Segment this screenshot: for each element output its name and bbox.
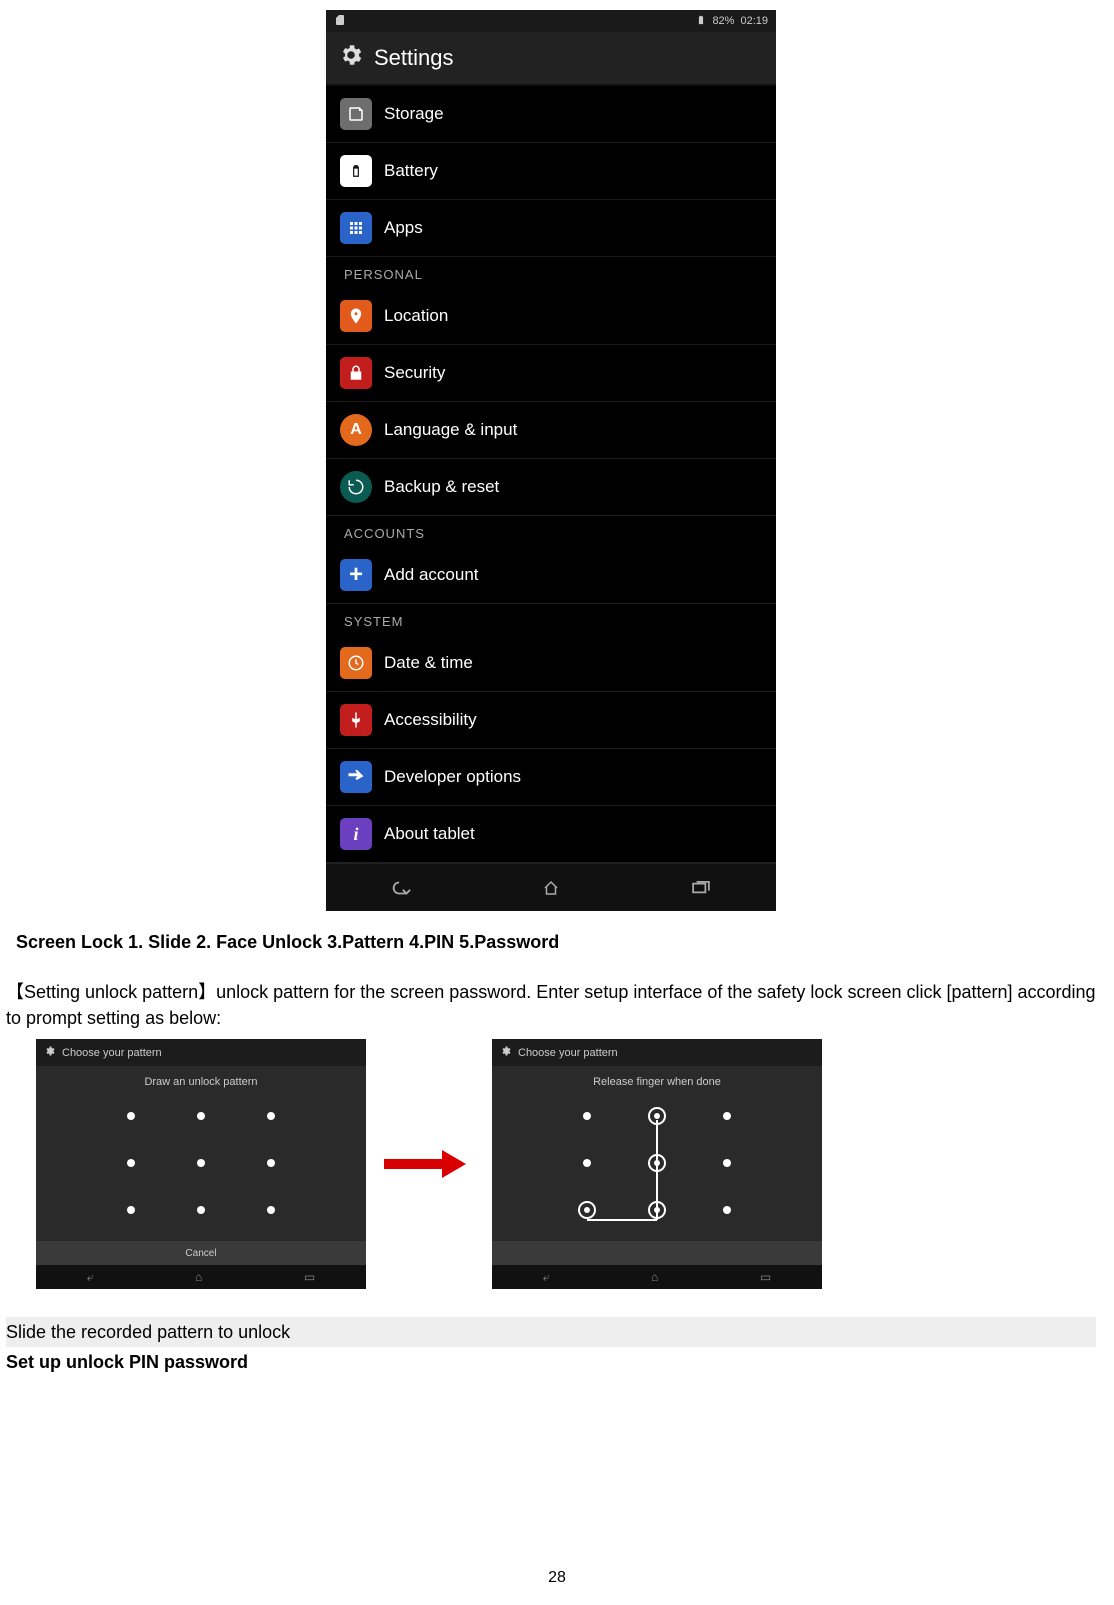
apps-icon: [340, 212, 372, 244]
settings-item-label: About tablet: [384, 824, 475, 844]
settings-item-developer[interactable]: Developer options: [326, 749, 776, 806]
battery-icon: [340, 155, 372, 187]
slide-instruction: Slide the recorded pattern to unlock: [6, 1317, 1096, 1347]
settings-item-label: Battery: [384, 161, 438, 181]
pattern-title: Choose your pattern: [518, 1047, 618, 1059]
sd-card-icon: [334, 14, 346, 29]
section-header-system: SYSTEM: [326, 604, 776, 635]
settings-item-label: Add account: [384, 565, 479, 585]
add-icon: +: [340, 559, 372, 591]
page-number: 28: [0, 1569, 1114, 1587]
settings-item-label: Security: [384, 363, 445, 383]
settings-item-label: Developer options: [384, 767, 521, 787]
gear-icon: [500, 1045, 512, 1060]
pattern-paragraph: 【Setting unlock pattern】unlock pattern f…: [6, 979, 1096, 1031]
pattern-hint: Release finger when done: [492, 1066, 822, 1092]
battery-percent: 82%: [712, 15, 734, 27]
pattern-screen-release: Choose your pattern Release finger when …: [492, 1039, 822, 1289]
settings-item-datetime[interactable]: Date & time: [326, 635, 776, 692]
settings-item-backup[interactable]: Backup & reset: [326, 459, 776, 516]
settings-item-label: Language & input: [384, 420, 517, 440]
pattern-screen-draw: Choose your pattern Draw an unlock patte…: [36, 1039, 366, 1289]
settings-item-label: Storage: [384, 104, 444, 124]
back-icon[interactable]: ⤶: [543, 1270, 550, 1285]
pattern-grid[interactable]: [36, 1092, 366, 1241]
recent-icon[interactable]: ▭: [304, 1270, 315, 1284]
section-header-accounts: ACCOUNTS: [326, 516, 776, 547]
settings-item-location[interactable]: Location: [326, 288, 776, 345]
settings-title-bar: Settings: [326, 32, 776, 86]
gear-icon: [338, 42, 364, 74]
setup-pin-heading: Set up unlock PIN password: [6, 1349, 1096, 1375]
recent-icon[interactable]: ▭: [760, 1270, 771, 1284]
settings-item-label: Apps: [384, 218, 423, 238]
settings-item-accessibility[interactable]: Accessibility: [326, 692, 776, 749]
lock-icon: [340, 357, 372, 389]
pattern-title: Choose your pattern: [62, 1047, 162, 1059]
recent-icon[interactable]: [681, 876, 721, 900]
pattern-hint: Draw an unlock pattern: [36, 1066, 366, 1092]
home-icon[interactable]: ⌂: [195, 1270, 202, 1284]
battery-icon: [696, 14, 706, 29]
home-icon[interactable]: ⌂: [651, 1270, 658, 1284]
storage-icon: [340, 98, 372, 130]
language-icon: A: [340, 414, 372, 446]
settings-screenshot: 82% 02:19 Settings Storage Battery: [326, 10, 776, 911]
info-icon: i: [340, 818, 372, 850]
status-time: 02:19: [740, 15, 768, 27]
pattern-grid[interactable]: [492, 1092, 822, 1241]
pattern-cancel-button[interactable]: Cancel: [36, 1241, 366, 1265]
gear-icon: [44, 1045, 56, 1060]
status-bar: 82% 02:19: [326, 10, 776, 32]
android-navbar: [326, 863, 776, 911]
settings-item-label: Backup & reset: [384, 477, 499, 497]
section-header-personal: PERSONAL: [326, 257, 776, 288]
developer-icon: [340, 761, 372, 793]
settings-item-storage[interactable]: Storage: [326, 86, 776, 143]
settings-item-label: Accessibility: [384, 710, 477, 730]
clock-icon: [340, 647, 372, 679]
hand-icon: [340, 704, 372, 736]
settings-item-label: Date & time: [384, 653, 473, 673]
arrow-right-icon: [384, 1150, 474, 1178]
settings-item-label: Location: [384, 306, 448, 326]
pattern-footer: [492, 1241, 822, 1265]
back-icon[interactable]: ⤶: [87, 1270, 94, 1285]
settings-item-language[interactable]: A Language & input: [326, 402, 776, 459]
location-icon: [340, 300, 372, 332]
back-icon[interactable]: [381, 876, 421, 900]
backup-icon: [340, 471, 372, 503]
android-navbar: ⤶ ⌂ ▭: [36, 1265, 366, 1289]
settings-item-security[interactable]: Security: [326, 345, 776, 402]
settings-item-about[interactable]: i About tablet: [326, 806, 776, 863]
home-icon[interactable]: [531, 876, 571, 900]
android-navbar: ⤶ ⌂ ▭: [492, 1265, 822, 1289]
settings-item-add-account[interactable]: + Add account: [326, 547, 776, 604]
screen-lock-heading: Screen Lock 1. Slide 2. Face Unlock 3.Pa…: [16, 929, 1096, 955]
settings-item-battery[interactable]: Battery: [326, 143, 776, 200]
settings-item-apps[interactable]: Apps: [326, 200, 776, 257]
settings-title: Settings: [374, 45, 454, 71]
